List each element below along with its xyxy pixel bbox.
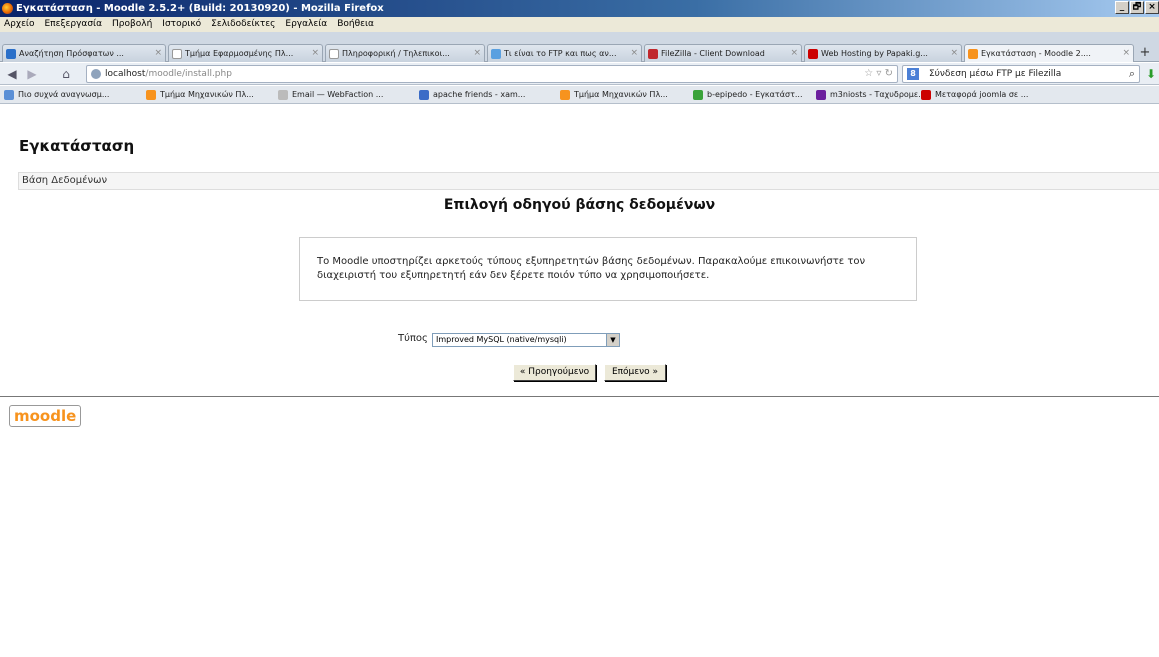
url-path: /moodle/install.php (145, 69, 232, 79)
tab-label: Εγκατάσταση - Moodle 2.... (981, 49, 1091, 58)
tab-moodle-install[interactable]: Εγκατάσταση - Moodle 2.... × (964, 44, 1134, 62)
tab-label: Web Hosting by Papaki.g... (821, 49, 928, 58)
bookmark-item[interactable]: Πιο συχνά αναγνωσμ... (4, 86, 110, 103)
bookmark-label: m3niosts - Ταχυδρομε... (830, 90, 926, 99)
close-tab-icon[interactable]: × (790, 45, 798, 62)
tab-label: FileZilla - Client Download (661, 49, 765, 58)
bookmarks-bar: Πιο συχνά αναγνωσμ... Τμήμα Μηχανικών Πλ… (0, 86, 1159, 104)
menu-bookmarks[interactable]: Σελιδοδείκτες (211, 17, 275, 32)
page-icon (329, 49, 339, 59)
info-text: Το Moodle υποστηρίζει αρκετούς τύπους εξ… (317, 256, 866, 281)
bookmark-icon (4, 90, 14, 100)
filezilla-icon (648, 49, 658, 59)
info-box: Το Moodle υποστηρίζει αρκετούς τύπους εξ… (299, 237, 917, 301)
close-tab-icon[interactable]: × (154, 45, 162, 62)
tab-bar: Αναζήτηση Πρόσφατων ... × Τμήμα Εφαρμοσμ… (0, 32, 1159, 62)
bookmark-label: b-epipedo - Εγκατάστ... (707, 90, 803, 99)
moodle-icon (146, 90, 156, 100)
db-type-select[interactable]: Improved MySQL (native/mysqli) ▼ (432, 333, 620, 347)
page-content: Εγκατάσταση Βάση Δεδομένων Επιλογή οδηγο… (0, 105, 1159, 657)
back-arrow-icon[interactable]: ◀ (4, 66, 20, 82)
close-tab-icon[interactable]: × (473, 45, 481, 62)
bookmark-label: Email — WebFaction ... (292, 90, 384, 99)
search-text: Σύνδεση μέσω FTP με Filezilla (929, 69, 1062, 79)
bookmark-item[interactable]: Email — WebFaction ... (278, 86, 384, 103)
site-icon (491, 49, 501, 59)
bookmark-label: Τμήμα Μηχανικών Πλ... (574, 90, 668, 99)
page-icon (172, 49, 182, 59)
tab-label: Τμήμα Εφαρμοσμένης Πλ... (185, 49, 294, 58)
download-icon[interactable]: ⬇ (1146, 67, 1156, 81)
bookmark-icon (278, 90, 288, 100)
youtube-icon (808, 49, 818, 59)
type-label: Τύπος (398, 333, 428, 344)
close-tab-icon[interactable]: × (630, 45, 638, 62)
address-bar[interactable]: localhost/moodle/install.php ☆ ▿ ↻ (86, 65, 898, 83)
menu-bar: Αρχείο Επεξεργασία Προβολή Ιστορικό Σελι… (0, 17, 1159, 32)
tab-applied-dept[interactable]: Τμήμα Εφαρμοσμένης Πλ... × (168, 44, 323, 62)
tab-label: Τι είναι το FTP και πως αν... (504, 49, 617, 58)
firefox-icon (2, 3, 13, 14)
new-tab-icon[interactable]: + (1138, 45, 1152, 61)
menu-edit[interactable]: Επεξεργασία (45, 17, 103, 32)
bookmark-item[interactable]: apache friends - xam... (419, 86, 526, 103)
section-heading: Επιλογή οδηγού βάσης δεδομένων (443, 197, 716, 213)
next-button[interactable]: Επόμενο » (604, 364, 666, 381)
window-controls: _ 🗗 × (1114, 1, 1159, 14)
previous-button[interactable]: « Προηγούμενο (513, 364, 596, 381)
bookmark-label: apache friends - xam... (433, 90, 526, 99)
window-title: Εγκατάσταση - Moodle 2.5.2+ (Build: 2013… (16, 3, 384, 14)
bookmark-icon (693, 90, 703, 100)
close-tab-icon[interactable]: × (950, 45, 958, 62)
bookmark-item[interactable]: Μεταφορά joomla σε ... (921, 86, 1029, 103)
search-icon[interactable]: ⌕ (1129, 66, 1135, 82)
db-type-value: Improved MySQL (native/mysqli) (436, 335, 567, 344)
bookmark-label: Τμήμα Μηχανικών Πλ... (160, 90, 254, 99)
tab-ftp-info[interactable]: Τι είναι το FTP και πως αν... × (487, 44, 642, 62)
moodle-icon (560, 90, 570, 100)
site-icon (6, 49, 16, 59)
globe-icon (91, 69, 101, 79)
menu-view[interactable]: Προβολή (112, 17, 152, 32)
star-and-reload-icons[interactable]: ☆ ▿ ↻ (864, 66, 893, 82)
moodle-logo[interactable]: moodle (9, 405, 82, 427)
nav-bar: ◀ ▶ ⌂ localhost/moodle/install.php ☆ ▿ ↻… (0, 63, 1159, 85)
tab-informatics[interactable]: Πληροφορική / Τηλεπικοι... × (325, 44, 485, 62)
youtube-icon (921, 90, 931, 100)
tab-label: Πληροφορική / Τηλεπικοι... (342, 49, 450, 58)
window-title-bar: Εγκατάσταση - Moodle 2.5.2+ (Build: 2013… (0, 0, 1159, 17)
search-engine-icon[interactable]: 8 (907, 68, 919, 80)
breadcrumb: Βάση Δεδομένων (18, 172, 1159, 190)
close-tab-icon[interactable]: × (1122, 45, 1130, 62)
url-host: localhost (105, 69, 146, 79)
bookmark-item[interactable]: b-epipedo - Εγκατάστ... (693, 86, 803, 103)
menu-file[interactable]: Αρχείο (4, 17, 35, 32)
restore-button[interactable]: 🗗 (1130, 1, 1144, 14)
menu-history[interactable]: Ιστορικό (162, 17, 201, 32)
forward-arrow-icon[interactable]: ▶ (24, 66, 40, 82)
bookmark-item[interactable]: Τμήμα Μηχανικών Πλ... (146, 86, 254, 103)
close-window-button[interactable]: × (1145, 1, 1159, 14)
menu-tools[interactable]: Εργαλεία (285, 17, 327, 32)
page-title: Εγκατάσταση (19, 137, 135, 155)
tab-papaki[interactable]: Web Hosting by Papaki.g... × (804, 44, 962, 62)
xampp-icon (419, 90, 429, 100)
bookmark-item[interactable]: m3niosts - Ταχυδρομε... (816, 86, 926, 103)
tab-search-recent[interactable]: Αναζήτηση Πρόσφατων ... × (2, 44, 166, 62)
close-tab-icon[interactable]: × (311, 45, 319, 62)
footer-divider (0, 396, 1159, 397)
bookmark-item[interactable]: Τμήμα Μηχανικών Πλ... (560, 86, 668, 103)
home-icon[interactable]: ⌂ (58, 66, 74, 82)
menu-help[interactable]: Βοήθεια (337, 17, 374, 32)
minimize-button[interactable]: _ (1115, 1, 1129, 14)
tab-label: Αναζήτηση Πρόσφατων ... (19, 49, 124, 58)
yahoo-icon (816, 90, 826, 100)
search-bar[interactable]: 8 Σύνδεση μέσω FTP με Filezilla ⌕ (902, 65, 1140, 83)
bookmark-label: Πιο συχνά αναγνωσμ... (18, 90, 110, 99)
bookmark-label: Μεταφορά joomla σε ... (935, 90, 1029, 99)
moodle-icon (968, 49, 978, 59)
tab-filezilla[interactable]: FileZilla - Client Download × (644, 44, 802, 62)
chevron-down-icon[interactable]: ▼ (606, 334, 619, 346)
